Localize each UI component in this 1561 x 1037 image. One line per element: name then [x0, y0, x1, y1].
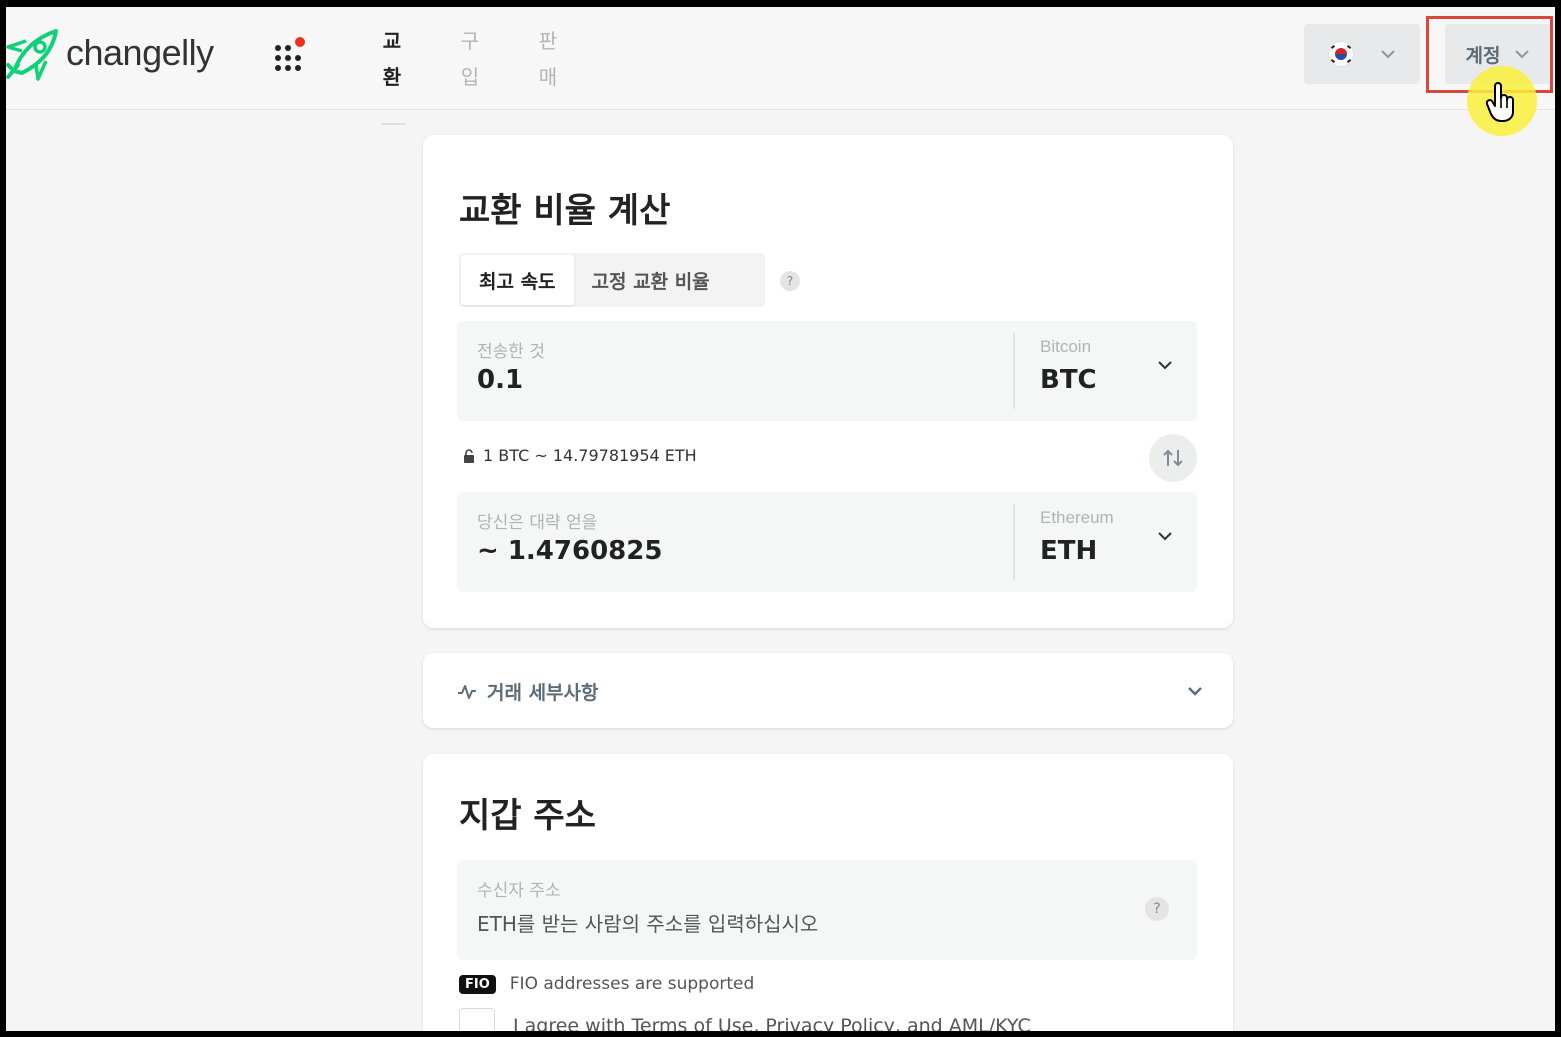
- receive-amount-value: ~ 1.4760825: [477, 536, 663, 566]
- receive-label: 당신은 대략 얻을: [477, 513, 598, 533]
- nav-exchange[interactable]: 교 환: [382, 23, 402, 95]
- chevron-down-icon[interactable]: [1185, 681, 1205, 701]
- send-amount-field[interactable]: 전송한 것 0.1 Bitcoin BTC: [457, 321, 1197, 421]
- exchange-calculator-card: 교환 비율 계산 최고 속도 고정 교환 비율 ? 전송한 것 0.1 Bitc…: [423, 135, 1233, 628]
- changelly-logo[interactable]: changelly: [6, 25, 214, 81]
- rocket-logo-icon: [6, 29, 58, 81]
- main-nav: 교 환 구 입 판 매: [382, 23, 558, 95]
- fio-badge: FIO: [459, 974, 496, 994]
- receive-coin-name: Ethereum: [1040, 508, 1114, 527]
- terms-checkbox[interactable]: [459, 1008, 495, 1031]
- swap-button[interactable]: [1149, 434, 1197, 482]
- rate-type-tabs: 최고 속도 고정 교환 비율: [459, 253, 765, 307]
- chevron-down-icon: [1381, 50, 1395, 59]
- unlock-icon: [464, 448, 474, 463]
- wallet-title: 지갑 주소: [459, 796, 596, 836]
- chevron-down-icon[interactable]: [1155, 355, 1175, 375]
- send-coin-selector[interactable]: BTC: [1040, 365, 1097, 395]
- rate-row: 1 BTC ~ 14.79781954 ETH: [463, 446, 697, 465]
- tab-fixed-rate[interactable]: 고정 교환 비율: [574, 255, 728, 305]
- hand-pointer-icon: [1485, 82, 1514, 122]
- korea-flag-icon: [1328, 41, 1354, 67]
- field-divider: [1013, 333, 1015, 409]
- chevron-down-icon[interactable]: [1155, 526, 1175, 546]
- chevron-down-icon: [1515, 50, 1530, 59]
- calculator-title: 교환 비율 계산: [459, 191, 671, 231]
- activity-pulse-icon: [458, 684, 476, 699]
- receive-amount-field[interactable]: 당신은 대략 얻을 ~ 1.4760825 Ethereum ETH: [457, 492, 1197, 592]
- browser-viewport: changelly 교 환 구 입 판 매 계정 교환 비율 계산 최고 속도 …: [6, 7, 1555, 1031]
- fio-text: FIO addresses are supported: [509, 974, 755, 994]
- exchange-rate-text: 1 BTC ~ 14.79781954 ETH: [483, 446, 697, 465]
- wallet-address-card: 지갑 주소 수신자 주소 ETH를 받는 사람의 주소를 입력하십시오 ? FI…: [423, 754, 1233, 1031]
- help-icon[interactable]: ?: [1145, 897, 1169, 921]
- nav-active-underline: [382, 123, 406, 125]
- site-header: changelly 교 환 구 입 판 매 계정: [6, 7, 1555, 110]
- recipient-label: 수신자 주소: [477, 881, 561, 901]
- nav-sell[interactable]: 판 매: [538, 23, 558, 95]
- help-icon[interactable]: ?: [780, 271, 800, 291]
- nav-buy[interactable]: 구 입: [460, 23, 480, 95]
- send-label: 전송한 것: [477, 342, 545, 362]
- swap-arrows-icon: [1163, 449, 1183, 467]
- terms-text[interactable]: I agree with Terms of Use, Privacy Polic…: [513, 1015, 1031, 1031]
- receive-coin-selector[interactable]: ETH: [1040, 536, 1097, 566]
- notification-dot: [295, 37, 305, 47]
- account-label: 계정: [1465, 44, 1501, 67]
- language-selector[interactable]: [1304, 24, 1420, 84]
- apps-grid-icon[interactable]: [273, 37, 309, 73]
- tab-best-rate[interactable]: 최고 속도: [461, 255, 574, 305]
- recipient-address-field[interactable]: 수신자 주소 ETH를 받는 사람의 주소를 입력하십시오 ?: [457, 860, 1197, 960]
- send-coin-name: Bitcoin: [1040, 337, 1092, 356]
- transaction-details-label: 거래 세부사항: [487, 682, 599, 704]
- recipient-address-input[interactable]: ETH를 받는 사람의 주소를 입력하십시오: [477, 908, 818, 937]
- transaction-details-card[interactable]: 거래 세부사항: [423, 653, 1233, 728]
- transaction-details-toggle[interactable]: 거래 세부사항: [457, 678, 599, 705]
- send-amount-input[interactable]: 0.1: [477, 365, 523, 395]
- terms-agreement: I agree with Terms of Use, Privacy Polic…: [459, 1008, 1031, 1031]
- field-divider: [1013, 504, 1015, 580]
- logo-wordmark: changelly: [66, 32, 214, 73]
- fio-note: FIO FIO addresses are supported: [459, 974, 754, 994]
